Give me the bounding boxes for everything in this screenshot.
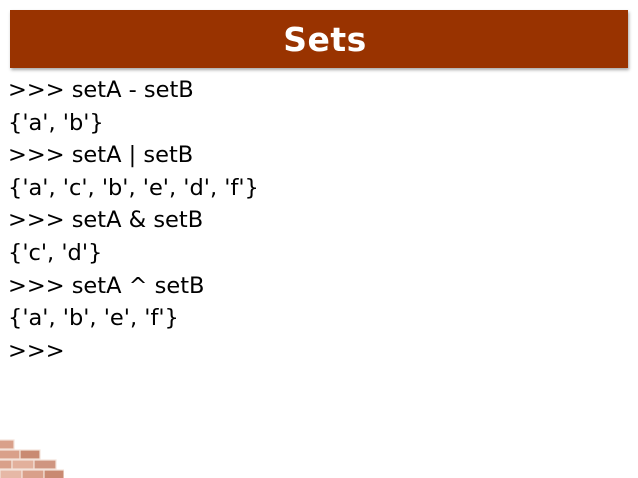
code-line-3: >>> setA | setB bbox=[8, 142, 194, 169]
code-line-6: {'c', 'd'} bbox=[8, 239, 103, 266]
title-bar: Sets bbox=[10, 10, 628, 68]
code-line-7: >>> setA ^ setB bbox=[8, 272, 205, 299]
code-line-8: {'a', 'b', 'e', 'f'} bbox=[8, 305, 179, 332]
brick-wall-icon bbox=[0, 439, 64, 478]
code-line-4: {'a', 'c', 'b', 'e', 'd', 'f'} bbox=[8, 174, 259, 201]
code-line-1: >>> setA - setB bbox=[8, 77, 194, 103]
code-line-5: >>> setA & setB bbox=[8, 207, 204, 234]
slide-title: Sets bbox=[283, 19, 367, 59]
code-block: >>> setA - setB {'a', 'b'} >>> setA | se… bbox=[8, 74, 259, 367]
code-line-9: >>> bbox=[8, 337, 65, 364]
code-line-2: {'a', 'b'} bbox=[8, 109, 104, 136]
